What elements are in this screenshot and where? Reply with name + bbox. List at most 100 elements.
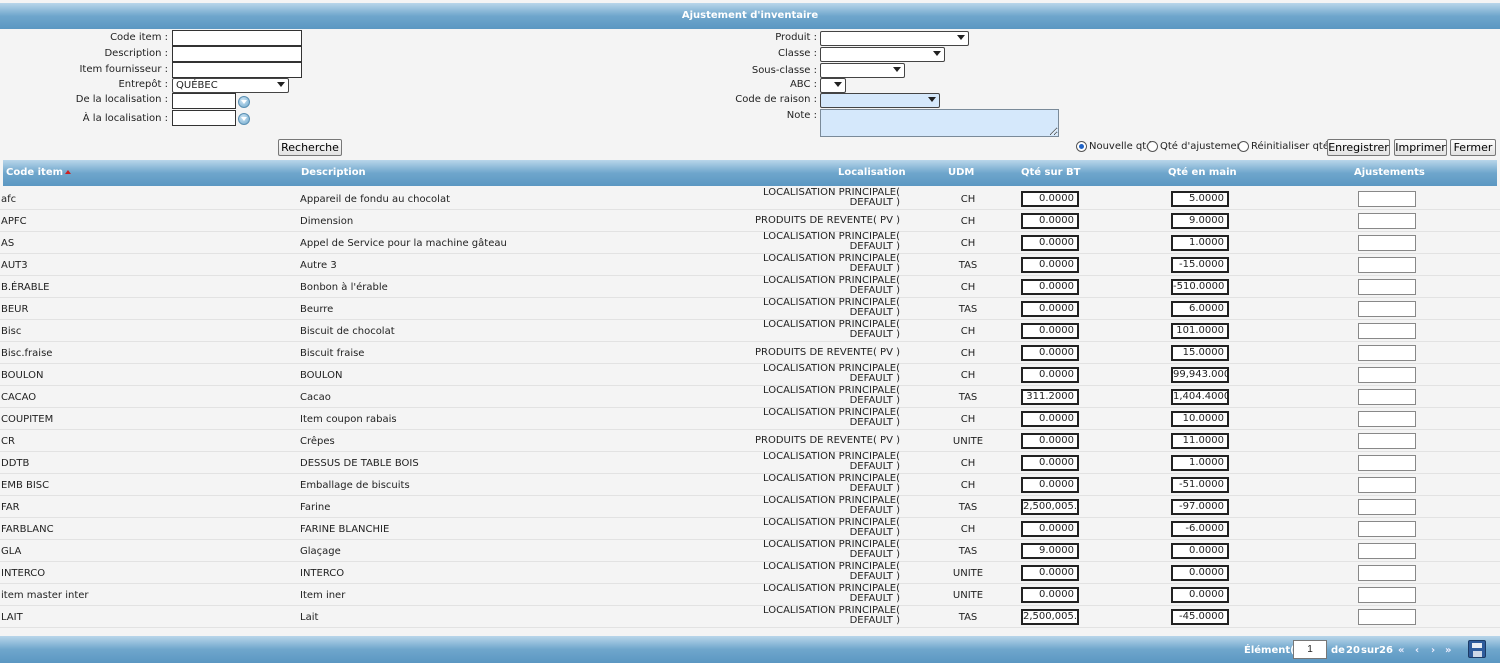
ajustement-input[interactable] — [1358, 455, 1416, 471]
qte-bt-field: 0.0000 — [1021, 587, 1079, 603]
column-ajustements[interactable]: Ajustements — [1354, 160, 1425, 186]
classe-select[interactable] — [820, 47, 945, 62]
produit-select[interactable] — [820, 31, 969, 46]
ajustement-input[interactable] — [1358, 411, 1416, 427]
ajustement-input[interactable] — [1358, 389, 1416, 405]
cell-localisation: LOCALISATION PRINCIPALE(DEFAULT ) — [740, 452, 900, 472]
ajustement-input[interactable] — [1358, 521, 1416, 537]
cell-description: Appel de Service pour la machine gâteau — [300, 238, 507, 249]
de-localisation-input[interactable] — [172, 93, 236, 109]
qte-main-field[interactable]: 11.0000 — [1171, 433, 1229, 449]
qte-main-field[interactable]: 5.0000 — [1171, 191, 1229, 207]
cell-description: BOULON — [300, 370, 343, 381]
lookup-icon[interactable] — [238, 113, 250, 125]
ajustement-input[interactable] — [1358, 543, 1416, 559]
next-page-icon[interactable]: › — [1431, 645, 1435, 656]
enregistrer-button[interactable]: Enregistrer — [1327, 139, 1390, 156]
note-textarea[interactable] — [820, 109, 1059, 137]
table-row: BEUR Beurre LOCALISATION PRINCIPALE(DEFAUL… — [0, 298, 1500, 320]
first-page-icon[interactable]: « — [1398, 645, 1404, 656]
ajustement-input[interactable] — [1358, 323, 1416, 339]
column-code-item[interactable]: Code item — [6, 160, 72, 186]
table-row: Bisc Biscuit de chocolat LOCALISATION PRIN… — [0, 320, 1500, 342]
qte-main-field[interactable]: 0.0000 — [1171, 543, 1229, 559]
ajustement-input[interactable] — [1358, 345, 1416, 361]
last-page-icon[interactable]: » — [1445, 645, 1451, 656]
cell-description: Farine — [300, 502, 331, 513]
ajustement-input[interactable] — [1358, 191, 1416, 207]
cell-localisation: LOCALISATION PRINCIPALE(DEFAULT ) — [740, 298, 900, 318]
description-input[interactable] — [172, 46, 302, 62]
qte-main-field[interactable]: -510.0000 — [1171, 279, 1229, 295]
imprimer-button[interactable]: Imprimer — [1394, 139, 1447, 156]
column-description[interactable]: Description — [301, 160, 366, 186]
qte-main-field[interactable]: 15.0000 — [1171, 345, 1229, 361]
qte-main-field[interactable]: -45.0000 — [1171, 609, 1229, 625]
qte-main-field[interactable]: -51.0000 — [1171, 477, 1229, 493]
qte-main-field[interactable]: 101.0000 — [1171, 323, 1229, 339]
qte-main-field[interactable]: 0.0000 — [1171, 565, 1229, 581]
qte-main-field[interactable]: 10.0000 — [1171, 411, 1229, 427]
column-qte-main[interactable]: Qté en main — [1168, 160, 1237, 186]
table-row: LAIT Lait LOCALISATION PRINCIPALE(DEFAULT … — [0, 606, 1500, 628]
code-raison-label: Code de raison : — [735, 94, 817, 105]
code-raison-select[interactable] — [820, 93, 940, 108]
export-icon[interactable] — [1468, 640, 1486, 658]
table-row: DDTB DESSUS DE TABLE BOIS LOCALISATION PRI… — [0, 452, 1500, 474]
sous-classe-select[interactable] — [820, 63, 905, 78]
cell-code-item: FAR — [1, 502, 20, 513]
reinitialiser-radio[interactable] — [1238, 141, 1249, 152]
table-row: COUPITEM Item coupon rabais LOCALISATION P… — [0, 408, 1500, 430]
cell-description: Beurre — [300, 304, 334, 315]
a-localisation-input[interactable] — [172, 110, 236, 126]
abc-select[interactable] — [820, 78, 846, 93]
lookup-icon[interactable] — [238, 96, 250, 108]
nouvelle-qte-radio[interactable] — [1076, 141, 1087, 152]
cell-localisation: LOCALISATION PRINCIPALE(DEFAULT ) — [740, 606, 900, 626]
column-qte-bt[interactable]: Qté sur BT — [1021, 160, 1080, 186]
ajustement-input[interactable] — [1358, 433, 1416, 449]
ajustement-input[interactable] — [1358, 279, 1416, 295]
cell-description: Cacao — [300, 392, 331, 403]
ajustement-input[interactable] — [1358, 213, 1416, 229]
ajustement-input[interactable] — [1358, 301, 1416, 317]
ajustement-input[interactable] — [1358, 587, 1416, 603]
fermer-button[interactable]: Fermer — [1450, 139, 1496, 156]
qte-main-field[interactable]: -15.0000 — [1171, 257, 1229, 273]
cell-localisation: LOCALISATION PRINCIPALE(DEFAULT ) — [740, 232, 900, 252]
qte-ajustement-radio[interactable] — [1147, 141, 1158, 152]
qte-main-field[interactable]: 9.0000 — [1171, 213, 1229, 229]
ajustement-input[interactable] — [1358, 565, 1416, 581]
prev-page-icon[interactable]: ‹ — [1415, 645, 1419, 656]
ajustement-input[interactable] — [1358, 235, 1416, 251]
qte-main-field[interactable]: 0.0000 — [1171, 587, 1229, 603]
cell-udm: CH — [960, 348, 976, 359]
qte-main-field[interactable]: -97.0000 — [1171, 499, 1229, 515]
table-row: AUT3 Autre 3 LOCALISATION PRINCIPALE(DEFAU… — [0, 254, 1500, 276]
cell-description: Biscuit fraise — [300, 348, 365, 359]
ajustement-input[interactable] — [1358, 499, 1416, 515]
page-input[interactable] — [1293, 640, 1327, 659]
cell-localisation: LOCALISATION PRINCIPALE(DEFAULT ) — [740, 562, 900, 582]
qte-bt-field: 2,500,005.0 — [1021, 499, 1079, 515]
ajustement-input[interactable] — [1358, 477, 1416, 493]
qte-main-field[interactable]: -6.0000 — [1171, 521, 1229, 537]
cell-localisation: LOCALISATION PRINCIPALE(DEFAULT ) — [740, 408, 900, 428]
item-fournisseur-input[interactable] — [172, 62, 302, 78]
qte-main-field[interactable]: 6.0000 — [1171, 301, 1229, 317]
code-item-input[interactable] — [172, 30, 302, 46]
ajustement-input[interactable] — [1358, 609, 1416, 625]
qte-main-field[interactable]: 1.0000 — [1171, 455, 1229, 471]
column-udm[interactable]: UDM — [948, 160, 974, 186]
ajustement-input[interactable] — [1358, 367, 1416, 383]
qte-main-field[interactable]: 1.0000 — [1171, 235, 1229, 251]
column-localisation[interactable]: Localisation — [838, 160, 906, 186]
cell-description: Biscuit de chocolat — [300, 326, 395, 337]
qte-main-field[interactable]: 99,943.000 — [1171, 367, 1229, 383]
qte-main-field[interactable]: 1,404.4000 — [1171, 389, 1229, 405]
ajustement-input[interactable] — [1358, 257, 1416, 273]
entrepot-select[interactable]: QUÉBEC — [172, 78, 289, 93]
recherche-button[interactable]: Recherche — [278, 139, 342, 156]
cell-description: Appareil de fondu au chocolat — [300, 194, 451, 205]
cell-description: FARINE BLANCHIE — [300, 524, 390, 535]
